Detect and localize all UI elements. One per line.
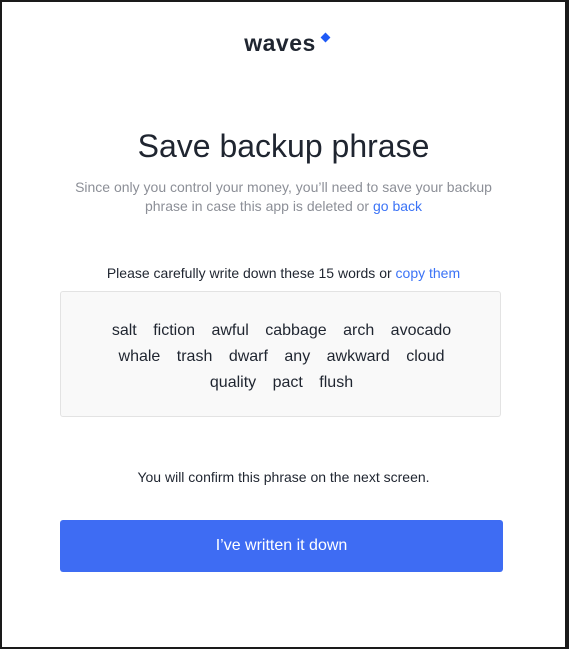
- phrase-word: awkward: [326, 348, 390, 365]
- phrase-word: awful: [211, 322, 249, 339]
- subtitle-text: Since only you control your money, you’l…: [75, 179, 492, 214]
- phrase-word: salt: [111, 322, 137, 339]
- go-back-link[interactable]: go back: [373, 198, 422, 214]
- phrase-word: trash: [176, 348, 213, 365]
- phrase-word: arch: [343, 322, 375, 339]
- logo-text: waves: [244, 30, 316, 56]
- phrase-word: dwarf: [228, 348, 268, 365]
- phrase-word: fiction: [153, 322, 195, 339]
- page-subtitle: Since only you control your money, you’l…: [54, 178, 514, 216]
- phrase-word: flush: [319, 374, 354, 391]
- backup-phrase-box: salt fiction awful cabbage arch avocado …: [60, 291, 501, 417]
- copy-them-link[interactable]: copy them: [396, 265, 461, 281]
- phrase-word: whale: [118, 348, 161, 365]
- waves-logo: waves: [2, 30, 565, 57]
- phrase-word: pact: [272, 374, 303, 391]
- phrase-word: avocado: [390, 322, 452, 339]
- write-down-instruction: Please carefully write down these 15 wor…: [2, 265, 565, 281]
- page-title: Save backup phrase: [137, 128, 430, 164]
- phrase-word: cabbage: [265, 322, 327, 339]
- phrase-word: quality: [209, 374, 257, 391]
- phrase-word: cloud: [406, 348, 445, 365]
- diamond-icon: [320, 32, 331, 43]
- instruction-text: Please carefully write down these 15 wor…: [106, 265, 396, 281]
- confirm-note: You will confirm this phrase on the next…: [137, 469, 430, 485]
- backup-phrase-window: waves Save backup phrase Since only you …: [2, 2, 565, 647]
- written-it-down-button[interactable]: I’ve written it down: [60, 520, 503, 572]
- phrase-words: salt fiction awful cabbage arch avocado …: [99, 318, 464, 396]
- phrase-word: any: [284, 348, 311, 365]
